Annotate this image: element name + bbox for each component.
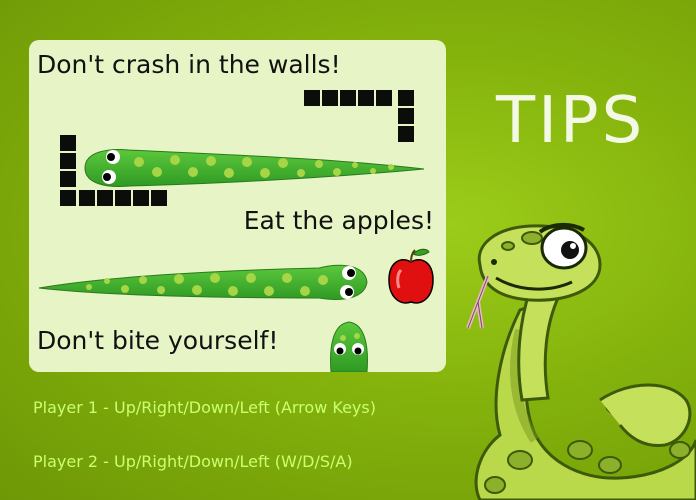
apple-icon [388,248,434,304]
tips-panel: Don't crash in the walls! Eat the apples… [29,40,446,372]
page-title: TIPS [496,84,646,158]
player2-controls: Player 2 - Up/Right/Down/Left (W/D/S/A) [33,452,353,471]
snake-crashing [84,149,425,187]
tip-walls: Don't crash in the walls! [37,50,341,79]
snake-self-bite [330,321,368,372]
snake-eating [38,264,368,300]
player1-controls: Player 1 - Up/Right/Down/Left (Arrow Key… [33,398,376,417]
tip-apples: Eat the apples! [243,206,434,235]
snake-mascot [466,223,696,500]
wall-top-right [304,90,414,142]
tip-self: Don't bite yourself! [37,326,279,355]
